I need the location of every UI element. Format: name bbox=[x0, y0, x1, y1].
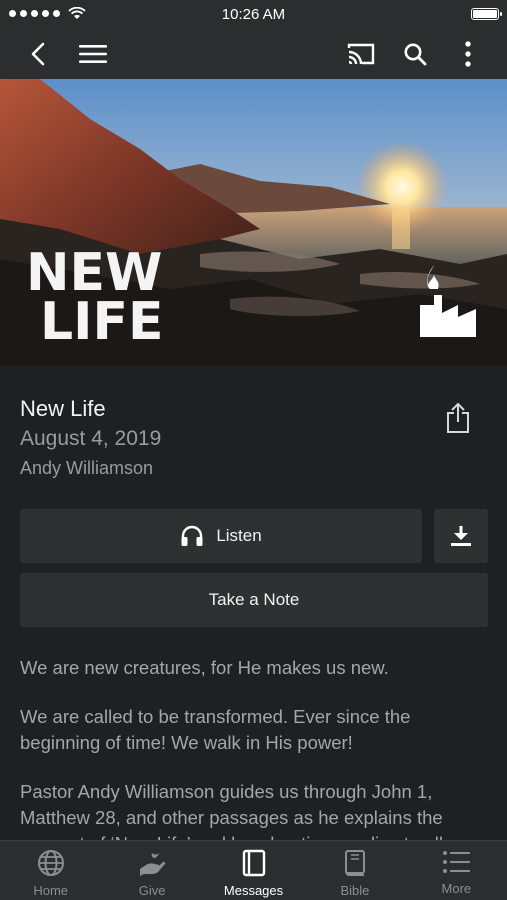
sermon-hero-image: NEW LIFE bbox=[0, 79, 507, 365]
tab-give-label: Give bbox=[138, 883, 166, 898]
share-icon bbox=[447, 402, 469, 433]
description-paragraph: We are called to be transformed. Ever si… bbox=[20, 706, 411, 753]
description-paragraph: We are new creatures, for He makes us ne… bbox=[20, 657, 389, 678]
listen-label: Listen bbox=[216, 526, 262, 545]
take-note-label: Take a Note bbox=[208, 590, 300, 609]
overflow-menu-button[interactable] bbox=[448, 34, 488, 74]
back-button[interactable] bbox=[18, 34, 58, 74]
bible-icon bbox=[344, 850, 365, 876]
book-pages-icon bbox=[242, 849, 265, 877]
hamburger-icon bbox=[79, 45, 107, 63]
more-vertical-icon bbox=[465, 41, 471, 67]
share-button[interactable] bbox=[440, 398, 476, 438]
menu-button[interactable] bbox=[73, 34, 113, 74]
cast-button[interactable] bbox=[341, 34, 381, 74]
description-paragraph: Pastor Andy Williamson guides us through… bbox=[20, 781, 443, 840]
download-icon bbox=[451, 526, 471, 546]
series-art-line2: LIFE bbox=[40, 292, 164, 352]
tab-home[interactable]: Home bbox=[0, 841, 101, 900]
tab-bar: Home Give Messages Bible More bbox=[0, 840, 507, 900]
tab-give[interactable]: Give bbox=[101, 841, 202, 900]
sermon-date: August 4, 2019 bbox=[20, 427, 162, 450]
status-time: 10:26 AM bbox=[221, 6, 286, 23]
sunset-coast-image: NEW LIFE bbox=[0, 79, 507, 365]
download-button[interactable] bbox=[434, 509, 488, 563]
tab-messages-label: Messages bbox=[223, 883, 284, 898]
tab-messages[interactable]: Messages bbox=[203, 841, 304, 900]
cast-icon bbox=[347, 43, 375, 65]
nav-bar bbox=[0, 28, 507, 79]
tab-more-label: More bbox=[441, 881, 472, 896]
sermon-speaker: Andy Williamson bbox=[20, 458, 154, 478]
search-button[interactable] bbox=[395, 34, 435, 74]
status-bar: 10:26 AM bbox=[0, 0, 507, 28]
chevron-left-icon bbox=[31, 42, 45, 66]
globe-icon bbox=[37, 850, 64, 876]
tab-bible[interactable]: Bible bbox=[304, 841, 405, 900]
tab-bible-label: Bible bbox=[340, 883, 370, 898]
give-hand-icon bbox=[140, 853, 166, 876]
listen-button[interactable]: Listen bbox=[20, 509, 422, 563]
list-icon bbox=[443, 851, 471, 873]
search-icon bbox=[404, 43, 427, 66]
take-note-button[interactable]: Take a Note bbox=[20, 573, 488, 627]
tab-home-label: Home bbox=[33, 883, 69, 898]
battery-icon bbox=[471, 8, 502, 20]
tab-more[interactable]: More bbox=[406, 841, 507, 900]
sermon-title: New Life bbox=[20, 396, 106, 421]
sermon-description: We are new creatures, for He makes us ne… bbox=[20, 655, 490, 840]
headphones-icon bbox=[181, 525, 203, 546]
